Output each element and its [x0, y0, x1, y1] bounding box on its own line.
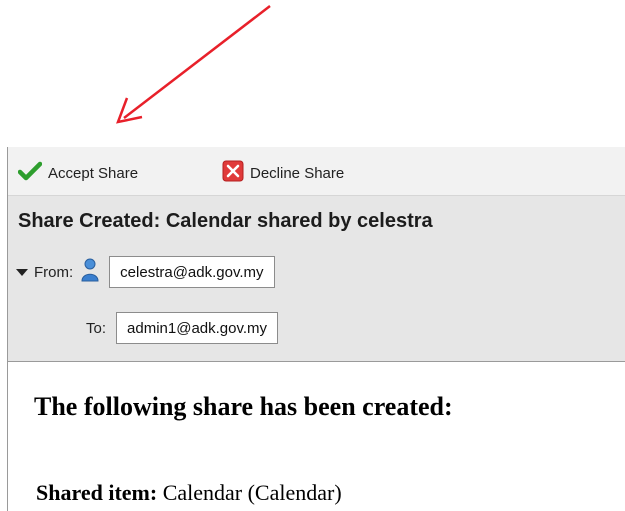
to-label: To:: [86, 319, 107, 337]
toolbar: Accept Share Decline Share: [8, 147, 625, 196]
to-address[interactable]: admin1@adk.gov.my: [116, 312, 279, 344]
message-body: The following share has been created: Sh…: [8, 362, 625, 511]
to-row: To: admin1@adk.gov.my: [86, 311, 279, 345]
message-subject: Share Created: Calendar shared by celest…: [18, 210, 433, 232]
message-panel: Accept Share Decline Share Share Created…: [7, 147, 625, 511]
accept-share-label: Accept Share: [48, 164, 139, 182]
from-label: From:: [34, 263, 74, 281]
from-row: From: celestra@adk.gov.my: [16, 255, 275, 289]
shared-item-line: Shared item: Calendar (Calendar): [36, 480, 342, 506]
close-icon: [222, 160, 244, 187]
body-heading: The following share has been created:: [34, 392, 453, 421]
user-icon: [81, 258, 99, 287]
annotation-arrow: [116, 5, 271, 124]
chevron-down-icon[interactable]: [16, 268, 28, 276]
decline-share-label: Decline Share: [250, 164, 345, 182]
decline-share-button[interactable]: Decline Share: [222, 160, 345, 187]
shared-item-value: Calendar (Calendar): [162, 480, 342, 505]
from-address[interactable]: celestra@adk.gov.my: [109, 256, 275, 288]
message-header: Share Created: Calendar shared by celest…: [8, 196, 625, 362]
checkmark-icon: [17, 161, 43, 186]
shared-item-label: Shared item:: [36, 480, 158, 505]
accept-share-button[interactable]: Accept Share: [17, 161, 139, 186]
